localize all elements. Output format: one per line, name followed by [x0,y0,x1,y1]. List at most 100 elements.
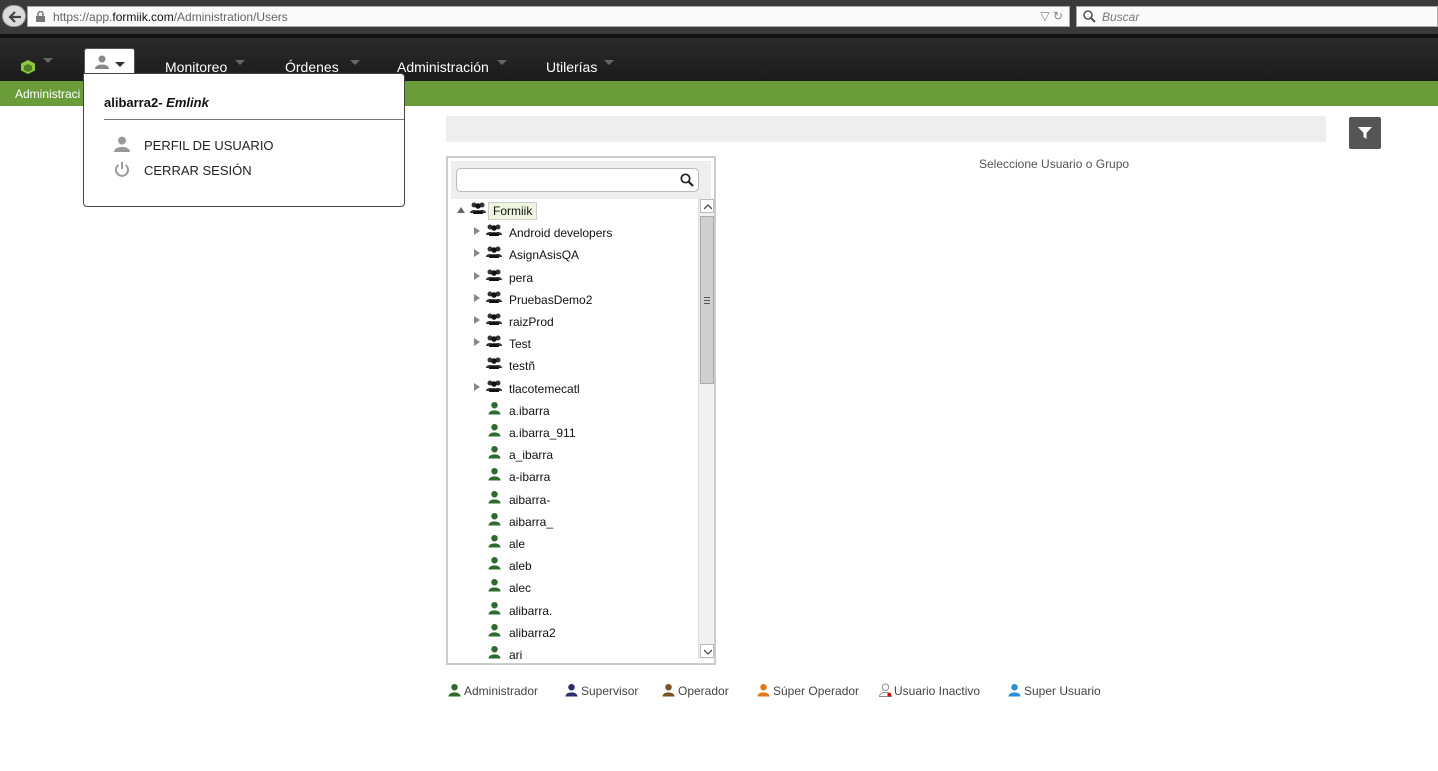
tree-group-node[interactable]: Android developers [450,223,690,243]
chevron-down-icon [497,60,507,65]
tree-node-label: ale [509,537,526,551]
tree-group-node[interactable]: testñ [450,356,690,376]
user-icon [488,401,501,415]
breadcrumb[interactable]: Administraci [15,87,80,101]
tree-user-node[interactable]: a_ibarra [450,445,690,465]
tree-group-node[interactable]: PruebasDemo2 [450,290,690,310]
nav-utilerias[interactable]: Utilerías [546,59,614,75]
chevron-down-icon [115,62,125,67]
user-icon [114,136,130,152]
expand-toggle[interactable] [474,338,480,347]
tree-group-node[interactable]: Test [450,334,690,354]
nav-administracion[interactable]: Administración [397,59,507,75]
user-dropdown-menu: alibarra2- Emlink PERFIL DE USUARIO CERR… [83,73,405,207]
logout-label: CERRAR SESIÓN [144,163,252,178]
tree-user-node[interactable]: a.ibarra [450,401,690,421]
filter-icon [1358,127,1372,139]
chevron-down-icon [350,60,360,65]
back-button[interactable] [2,5,26,27]
user-icon [757,683,770,697]
tree-user-node[interactable]: aibarra- [450,490,690,510]
expand-toggle[interactable] [474,382,480,391]
tree-node-label: a_ibarra [509,448,554,463]
group-icon [486,313,502,325]
search-icon[interactable] [680,173,694,187]
tree-group-node[interactable]: raizProd [450,312,690,332]
tree-user-node[interactable]: alec [450,578,690,598]
tree-search [451,161,711,199]
tree-node-label: PruebasDemo2 [509,292,593,307]
tree-user-node[interactable]: ale [450,534,690,554]
user-icon [488,645,501,659]
tree-node-label: a.ibarra [509,403,550,418]
tree-node-label: raizProd [509,315,554,329]
tree-user-node[interactable]: a-ibarra [450,467,690,487]
tree-group-node[interactable]: tlacotemecatl [450,379,690,399]
user-icon [95,55,109,69]
user-icon [488,579,501,592]
expand-toggle[interactable] [474,316,480,324]
expand-toggle[interactable] [474,227,480,236]
tree-node-label: Android developers [509,226,613,241]
scroll-thumb[interactable] [700,216,714,384]
tree-list: Formiik Android developers AsignAsisQA pera… [450,198,698,663]
profile-label: PERFIL DE USUARIO [144,138,274,153]
user-icon [488,557,501,570]
user-icon [662,683,675,697]
group-icon [486,335,502,348]
legend-label: Operador [678,684,729,698]
tree-user-node[interactable]: alibarra. [450,601,690,621]
user-icon [488,490,501,504]
tree-search-input[interactable] [456,168,699,192]
tree-node-label: pera [509,270,534,285]
tree-node-label: tlacotemecatl [509,381,580,396]
tree-user-node[interactable]: ari [450,645,690,663]
tree-node-label: alibarra2 [509,625,556,640]
scroll-down-button[interactable] [700,644,714,658]
scroll-up-button[interactable] [700,199,714,213]
tree-node-label: AsignAsisQA [509,248,580,263]
tree-group-node[interactable]: AsignAsisQA [450,245,690,265]
tree-root-node[interactable]: Formiik [450,201,690,221]
expand-toggle[interactable] [474,271,480,280]
user-icon [488,468,501,481]
tree-user-node[interactable]: a.ibarra_911 [450,423,690,443]
user-icon [448,683,461,697]
legend-label: Administrador [464,684,539,698]
expand-toggle[interactable] [474,293,480,302]
tree-user-node[interactable]: aleb [450,556,690,576]
group-icon [486,246,502,259]
formiik-logo-icon[interactable] [21,60,35,74]
tree-group-node[interactable]: pera [450,268,690,288]
tree-node-label: aleb [509,559,532,574]
browser-search-input[interactable]: Buscar [1076,6,1438,27]
tree-node-label: alec [509,581,532,596]
tree-user-node[interactable]: aibarra_ [450,512,690,532]
collapse-toggle[interactable] [457,207,465,213]
user-icon [488,623,501,637]
tree-scrollbar[interactable] [698,198,714,659]
filter-button[interactable] [1349,117,1381,149]
address-bar[interactable]: https://app.formiik.com/Administration/U… [27,6,1070,27]
dropdown-divider [104,119,404,120]
scroll-grip [704,297,710,304]
logo-caret-icon[interactable] [43,58,53,63]
back-arrow-icon [8,11,21,23]
lock-icon [36,11,45,22]
tree-node-label: a.ibarra_911 [509,426,576,440]
group-icon [486,224,502,237]
toolbar-strip [446,116,1326,142]
expand-toggle[interactable] [474,249,480,258]
reload-icon[interactable]: ▽ ↻ [1040,9,1063,23]
group-icon [470,202,486,214]
user-icon [488,601,501,615]
user-icon [1008,683,1021,697]
users-tree-panel: Formiik Android developers AsignAsisQA pera… [446,156,716,665]
tree-node-label: aibarra_ [509,514,554,529]
chevron-down-icon [604,60,614,65]
user-icon [488,512,501,526]
legend-label: Súper Operador [773,684,860,698]
tree-node-label: ari [509,648,523,662]
tree-user-node[interactable]: alibarra2 [450,623,690,643]
group-icon [486,269,502,281]
